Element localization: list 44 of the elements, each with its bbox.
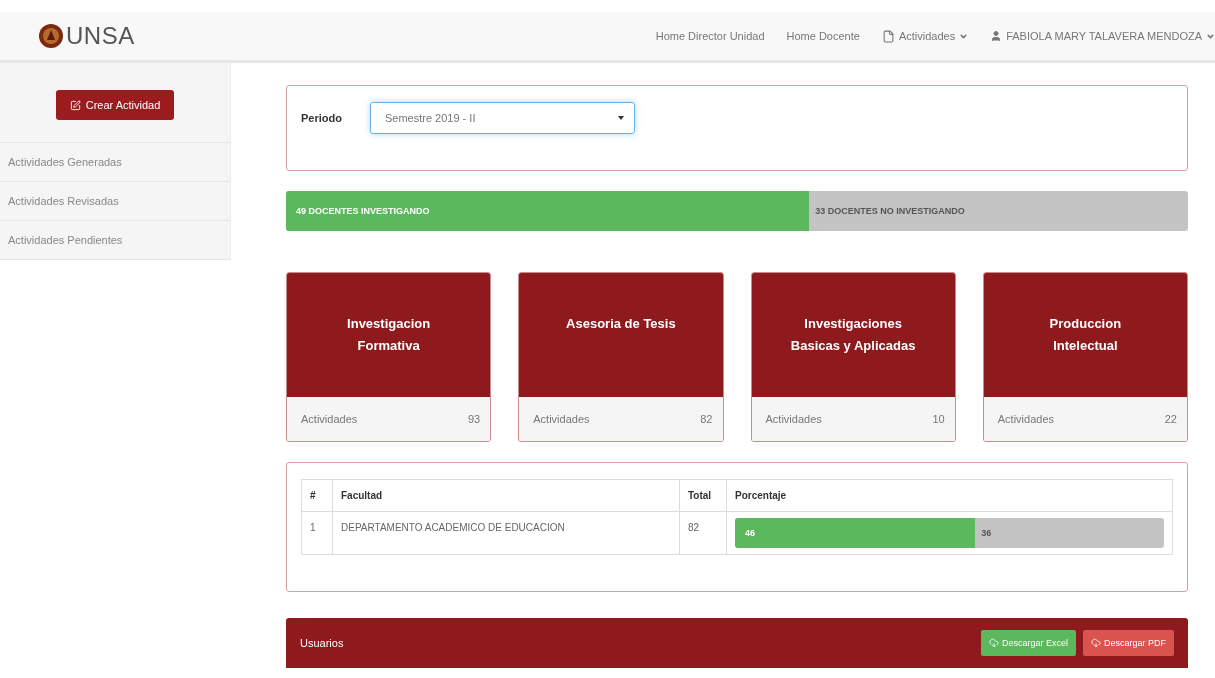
table-cell: 82 [679, 511, 727, 555]
nav-link[interactable]: Home Docente [786, 30, 860, 42]
period-select[interactable]: Semestre 2019 - II [369, 102, 635, 134]
card-label: Actividades [533, 413, 590, 425]
brand-name: UNSA [66, 22, 135, 50]
edit-icon [69, 99, 81, 111]
cloud-download-icon [1091, 638, 1101, 648]
card-label: Actividades [997, 413, 1054, 425]
nav-dropdown[interactable]: Actividades [881, 29, 969, 43]
column-header: Porcentaje [726, 479, 1173, 512]
period-label: Periodo [301, 112, 342, 124]
card-label: Actividades [301, 413, 358, 425]
nav-link[interactable]: Home Director Unidad [655, 30, 765, 42]
card-title: Investigacion Formativa [346, 315, 432, 355]
create-button[interactable]: Crear Actividad [55, 90, 175, 120]
card-label: Actividades [765, 413, 822, 425]
card-title: Investigaciones Basicas y Aplicadas [789, 315, 917, 355]
user-icon [990, 30, 1003, 42]
download-button[interactable]: Descargar PDF [1083, 630, 1174, 656]
progress-label: 46 [745, 528, 755, 538]
table-cell: 1 [301, 511, 333, 555]
column-header: # [301, 479, 333, 512]
caret-icon [617, 116, 624, 120]
card-count: 22 [1164, 413, 1177, 425]
card-count: 10 [932, 413, 945, 425]
sidebar-item[interactable]: Actividades Generadas [0, 143, 230, 182]
progress-label: 36 [980, 528, 992, 538]
progress-label: 33 DOCENTES NO INVESTIGANDO [814, 206, 965, 216]
sidebar-item[interactable]: Actividades Pendientes [0, 221, 230, 260]
card-title: Produccion Intelectual [1048, 315, 1123, 355]
sidebar-item[interactable]: Actividades Revisadas [0, 182, 230, 221]
card-count: 93 [468, 413, 481, 425]
card-title: Asesoria de Tesis [566, 315, 676, 333]
user-menu[interactable]: FABIOLA MARY TALAVERA MENDOZA [990, 30, 1215, 42]
progress-label: 49 DOCENTES INVESTIGANDO [296, 206, 430, 216]
panel-title: Usuarios [300, 637, 344, 649]
cloud-download-icon [988, 638, 999, 648]
logo-icon [38, 23, 64, 49]
card-count: 82 [700, 413, 713, 425]
column-header: Total [679, 479, 727, 512]
file-icon [881, 29, 895, 43]
table-cell: DEPARTAMENTO ACADEMICO DE EDUCACION [332, 511, 680, 555]
download-button[interactable]: Descargar Excel [980, 630, 1076, 656]
column-header: Facultad [332, 479, 680, 512]
